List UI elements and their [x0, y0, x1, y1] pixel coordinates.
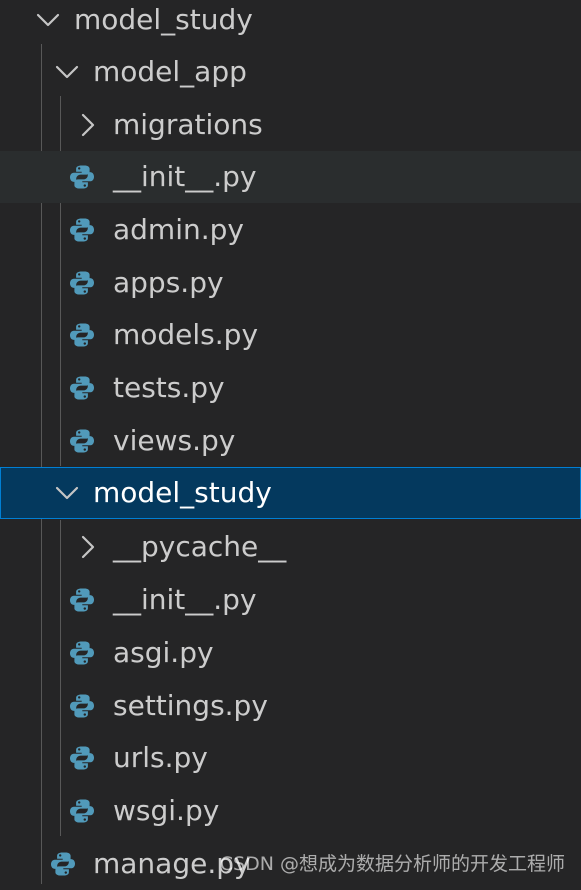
file-label: urls.py	[113, 741, 208, 774]
python-file-icon	[50, 851, 76, 877]
folder-label: model_app	[93, 55, 247, 88]
python-file-icon	[69, 798, 95, 824]
file-label: settings.py	[113, 689, 268, 722]
file-label: wsgi.py	[113, 794, 220, 827]
file-label: admin.py	[113, 213, 244, 246]
python-file-icon	[69, 428, 95, 454]
tree-folder-model-study-project[interactable]: model_study	[0, 467, 581, 519]
tree-file-models[interactable]: models.py	[0, 309, 581, 361]
python-file-icon	[69, 640, 95, 666]
chevron-down-icon	[53, 46, 83, 98]
tree-file-admin[interactable]: admin.py	[0, 204, 581, 256]
file-label: models.py	[113, 318, 259, 351]
python-file-icon	[69, 322, 95, 348]
tree-file-wsgi[interactable]: wsgi.py	[0, 785, 581, 837]
file-label: __init__.py	[113, 160, 257, 193]
chevron-right-icon	[73, 99, 103, 151]
folder-label: model_study	[93, 476, 272, 509]
watermark-text: CSDN @想成为数据分析师的开发工程师	[219, 853, 565, 875]
tree-folder-model-app[interactable]: model_app	[0, 46, 581, 98]
tree-file-tests[interactable]: tests.py	[0, 362, 581, 414]
file-explorer-tree: model_study model_app migrations __init_…	[0, 0, 581, 884]
file-label: apps.py	[113, 266, 224, 299]
folder-label: __pycache__	[113, 530, 287, 563]
tree-file-asgi[interactable]: asgi.py	[0, 627, 581, 679]
file-label: __init__.py	[113, 583, 257, 616]
file-label: tests.py	[113, 371, 225, 404]
python-file-icon	[69, 164, 95, 190]
tree-file-apps[interactable]: apps.py	[0, 257, 581, 309]
file-label: views.py	[113, 424, 236, 457]
python-file-icon	[69, 587, 95, 613]
tree-folder-pycache[interactable]: __pycache__	[0, 521, 581, 573]
tree-folder-model-study-root[interactable]: model_study	[0, 0, 581, 46]
chevron-right-icon	[73, 521, 103, 573]
python-file-icon	[69, 375, 95, 401]
folder-label: model_study	[74, 3, 253, 36]
tree-file-urls[interactable]: urls.py	[0, 732, 581, 784]
folder-label: migrations	[113, 108, 263, 141]
file-label: asgi.py	[113, 636, 214, 669]
python-file-icon	[69, 693, 95, 719]
python-file-icon	[69, 217, 95, 243]
tree-file-project-init[interactable]: __init__.py	[0, 574, 581, 626]
tree-file-settings[interactable]: settings.py	[0, 680, 581, 732]
tree-folder-migrations[interactable]: migrations	[0, 99, 581, 151]
python-file-icon	[69, 745, 95, 771]
python-file-icon	[69, 270, 95, 296]
chevron-down-icon	[34, 0, 64, 46]
chevron-down-icon	[53, 467, 83, 519]
tree-file-views[interactable]: views.py	[0, 415, 581, 467]
tree-file-app-init[interactable]: __init__.py	[0, 151, 581, 203]
